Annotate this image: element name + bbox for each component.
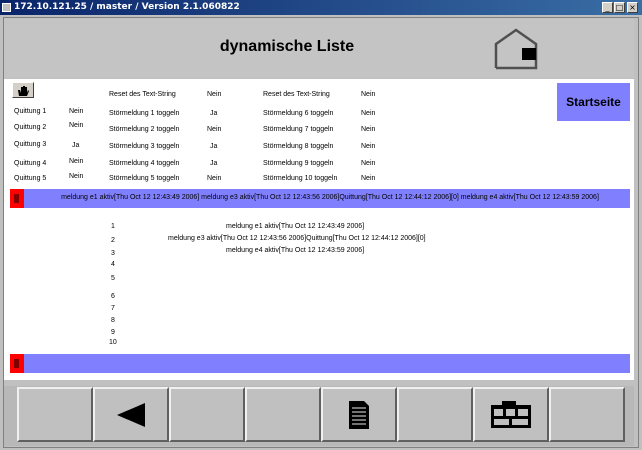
stoermeldung-value[interactable]: Nein <box>207 125 221 134</box>
reset-text-label-right: Reset des Text-String <box>263 91 330 98</box>
stoermeldung-value[interactable]: Nein <box>361 159 375 168</box>
back-button[interactable] <box>93 387 169 442</box>
stoermeldung-value[interactable]: Ja <box>210 109 217 118</box>
stoermeldung-label: Störmeldung 10 toggeln <box>263 175 338 182</box>
quittung-value[interactable]: Nein <box>69 157 83 166</box>
message-bar-bottom <box>10 354 630 373</box>
floorplan-button[interactable] <box>473 387 549 442</box>
stoermeldung-value[interactable]: Nein <box>361 174 375 183</box>
maximize-button[interactable]: □ <box>614 2 625 13</box>
quittung-label: Quittung 2 <box>14 124 47 131</box>
quittung-label: Quittung 3 <box>14 141 47 148</box>
stoermeldung-value[interactable]: Nein <box>361 142 375 151</box>
list-item-number: 4 <box>111 261 115 268</box>
quittung-value[interactable]: Nein <box>69 107 83 116</box>
stoermeldung-label: Störmeldung 3 toggeln <box>109 143 180 150</box>
stoermeldung-value[interactable]: Nein <box>361 109 375 118</box>
minimize-button[interactable]: _ <box>602 2 613 13</box>
message-text: meldung e1 aktiv[Thu Oct 12 12:43:49 200… <box>61 194 599 201</box>
list-item-number: 8 <box>111 317 115 324</box>
toolbar-button-empty[interactable] <box>245 387 321 442</box>
quittung-value[interactable]: Ja <box>72 141 79 150</box>
list-item-text: meldung e4 aktiv[Thu Oct 12 12:43:59 200… <box>226 247 365 254</box>
alarm-indicator[interactable] <box>10 189 24 208</box>
back-arrow-icon <box>117 402 145 427</box>
stoermeldung-label: Störmeldung 5 toggeln <box>109 175 180 182</box>
list-item-number: 9 <box>111 329 115 336</box>
quittung-value[interactable]: Nein <box>69 121 83 130</box>
window-titlebar: 172.10.121.25 / master / Version 2.1.060… <box>0 0 642 15</box>
stoermeldung-value[interactable]: Ja <box>210 142 217 151</box>
list-item-text: meldung e3 aktiv[Thu Oct 12 12:43:56 200… <box>168 235 426 242</box>
app-icon <box>2 3 11 12</box>
startseite-button[interactable]: Startseite <box>557 83 630 121</box>
hand-icon <box>18 86 29 96</box>
stoermeldung-label: Störmeldung 8 toggeln <box>263 143 334 150</box>
content-area: Reset des Text-String Nein Reset des Tex… <box>4 79 634 380</box>
quittung-label: Quittung 4 <box>14 160 47 167</box>
stoermeldung-label: Störmeldung 9 toggeln <box>263 160 334 167</box>
list-item-number: 6 <box>111 293 115 300</box>
stoermeldung-value[interactable]: Nein <box>361 125 375 134</box>
message-bar-top: meldung e1 aktiv[Thu Oct 12 12:43:49 200… <box>10 189 630 208</box>
alarm-indicator[interactable] <box>10 354 24 373</box>
toolbar-button-empty[interactable] <box>549 387 625 442</box>
list-item-number: 1 <box>111 223 115 230</box>
bottom-toolbar <box>4 386 634 446</box>
home-icon[interactable] <box>492 26 540 70</box>
list-item-text: meldung e1 aktiv[Thu Oct 12 12:43:49 200… <box>226 223 365 230</box>
stoermeldung-label: Störmeldung 7 toggeln <box>263 126 334 133</box>
window-title: 172.10.121.25 / master / Version 2.1.060… <box>14 2 240 12</box>
stoermeldung-value[interactable]: Ja <box>210 159 217 168</box>
quittung-label: Quittung 5 <box>14 175 47 182</box>
list-item-number: 3 <box>111 250 115 257</box>
page-header: dynamische Liste <box>4 18 634 78</box>
reset-text-value-left[interactable]: Nein <box>207 90 221 99</box>
floorplan-icon <box>491 400 531 428</box>
list-item-number: 2 <box>111 237 115 244</box>
quittung-label: Quittung 1 <box>14 108 47 115</box>
stoermeldung-label: Störmeldung 6 toggeln <box>263 110 334 117</box>
document-icon <box>349 400 369 429</box>
toolbar-button-empty[interactable] <box>397 387 473 442</box>
hand-button[interactable] <box>12 82 34 98</box>
close-button[interactable]: × <box>627 2 638 13</box>
reset-text-label-left: Reset des Text-String <box>109 91 176 98</box>
toolbar-button-empty[interactable] <box>17 387 93 442</box>
stoermeldung-value[interactable]: Nein <box>207 174 221 183</box>
quittung-value[interactable]: Nein <box>69 172 83 181</box>
stoermeldung-label: Störmeldung 4 toggeln <box>109 160 180 167</box>
list-item-number: 7 <box>111 305 115 312</box>
reset-text-value-right[interactable]: Nein <box>361 90 375 99</box>
stoermeldung-label: Störmeldung 1 toggeln <box>109 110 180 117</box>
page-title: dynamische Liste <box>219 38 355 55</box>
stoermeldung-label: Störmeldung 2 toggeln <box>109 126 180 133</box>
list-item-number: 5 <box>111 275 115 282</box>
document-button[interactable] <box>321 387 397 442</box>
list-item-number: 10 <box>109 339 117 346</box>
toolbar-button-empty[interactable] <box>169 387 245 442</box>
